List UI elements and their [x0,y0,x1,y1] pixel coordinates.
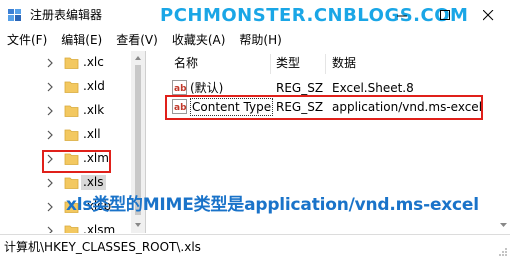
status-path: 计算机\HKEY_CLASSES_ROOT\.xls [4,240,201,254]
column-separator[interactable] [325,54,326,74]
folder-icon [64,225,79,233]
selected-key-highlight [42,150,111,173]
folder-icon [64,81,79,93]
column-header-type[interactable]: 类型 [276,55,300,71]
folder-icon [64,105,79,117]
menu-help[interactable]: 帮助(H) [232,30,288,50]
maximize-button[interactable] [424,0,467,30]
tree-item-label: .xlk [83,103,105,117]
resize-grip-icon[interactable] [498,247,508,257]
chevron-right-icon[interactable] [45,57,55,69]
maximize-icon [440,9,450,20]
folder-icon [64,177,79,189]
chevron-right-icon[interactable] [45,201,55,213]
tree-item[interactable]: .xlk [0,99,145,123]
minimize-button[interactable] [381,0,424,30]
tree-item-label: .xlc [83,55,104,69]
tree-item-label: .xls [81,175,106,190]
menu-bar: 文件(F) 编辑(E) 查看(V) 收藏夹(A) 帮助(H) [0,30,510,50]
tree-item-label: .xlsm [83,223,116,233]
chevron-right-icon[interactable] [45,129,55,141]
regedit-app-icon [8,9,21,21]
tree-item-label: .xld [83,79,105,93]
content-type-highlight [165,95,483,120]
chevron-right-icon[interactable] [45,81,55,93]
tree-item[interactable]: .xld [0,75,145,99]
caption-text: xls类型的MIME类型是application/vnd.ms-excel [66,195,479,215]
minimize-icon [397,15,407,16]
tree-item[interactable]: .xlsm [0,219,145,233]
folder-icon [64,129,79,141]
status-bar: 计算机\HKEY_CLASSES_ROOT\.xls [0,234,510,259]
tree-item[interactable]: .xll [0,123,145,147]
values-scrollbar[interactable] [497,51,510,233]
menu-favorites[interactable]: 收藏夹(A) [165,30,233,50]
window-title: 注册表编辑器 [30,8,103,22]
values-scrollbar-track [500,223,507,227]
tree-item[interactable]: .xlc [0,51,145,75]
svg-text:ab: ab [174,84,187,94]
column-header-data[interactable]: 数据 [332,55,356,71]
folder-icon [64,57,79,69]
tree-item-label: .xll [83,127,101,141]
string-value-icon: ab [172,80,187,95]
menu-edit[interactable]: 编辑(E) [54,30,109,50]
close-button[interactable] [467,0,510,30]
chevron-right-icon[interactable] [45,105,55,117]
menu-view[interactable]: 查看(V) [109,30,165,50]
column-separator[interactable] [270,54,271,74]
chevron-right-icon[interactable] [45,225,55,233]
menu-file[interactable]: 文件(F) [0,30,54,50]
chevron-right-icon[interactable] [45,177,55,189]
column-header-name[interactable]: 名称 [174,55,198,71]
close-icon [483,9,494,20]
